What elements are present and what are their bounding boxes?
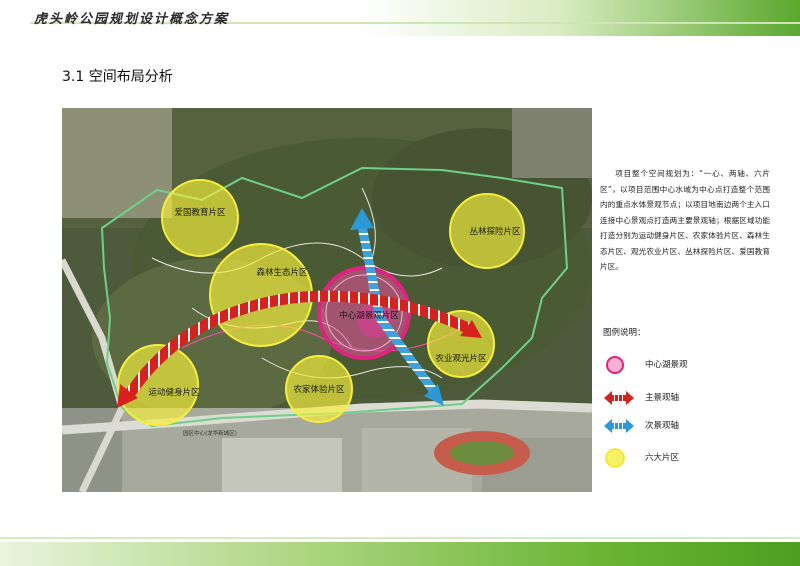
legend-item-central-lake: 中心湖景观 — [603, 354, 783, 376]
legend-item-secondary-axis: 次景观轴 — [603, 415, 783, 437]
zone-label: 农业观光片区 — [435, 353, 487, 364]
footer-bar — [0, 542, 800, 566]
site-plan-map: 爱国教育片区 森林生态片区 丛林探险片区 运动健身片区 农家体验片区 农业观光片… — [62, 108, 592, 492]
zone-patriotic-education — [161, 179, 239, 257]
street-label: 园区中心(龙华新城区) — [183, 429, 237, 437]
zone-label: 农家体验片区 — [293, 384, 345, 395]
zone-label: 爱国教育片区 — [174, 207, 226, 218]
legend-label: 六大片区 — [645, 453, 680, 463]
zone-label: 森林生态片区 — [256, 267, 308, 278]
header-bar: 虎头岭公园规划设计概念方案 — [0, 0, 800, 36]
legend-title: 图例说明： — [603, 328, 646, 338]
section-title: 3.1 空间布局分析 — [62, 69, 173, 85]
footer-divider — [0, 537, 800, 539]
legend-label: 中心湖景观 — [645, 360, 688, 370]
red-double-arrow-icon — [604, 391, 634, 405]
blue-double-arrow-icon — [604, 419, 634, 433]
yellow-circle-icon — [605, 448, 625, 468]
zone-label: 中心湖景观片区 — [339, 310, 399, 321]
plan-description: 项目整个空间规划为：“一心、两轴、六片区”，以项目范围中心水域为中心点打造整个范… — [600, 169, 770, 271]
legend-item-main-axis: 主景观轴 — [603, 387, 783, 409]
legend-item-six-zones: 六大片区 — [603, 447, 783, 469]
document-title: 虎头岭公园规划设计概念方案 — [34, 12, 230, 27]
zone-label: 运动健身片区 — [148, 387, 200, 398]
legend-label: 次景观轴 — [645, 421, 680, 431]
pink-circle-icon — [606, 356, 624, 374]
zone-label: 丛林探险片区 — [469, 226, 521, 237]
legend-label: 主景观轴 — [645, 393, 680, 403]
